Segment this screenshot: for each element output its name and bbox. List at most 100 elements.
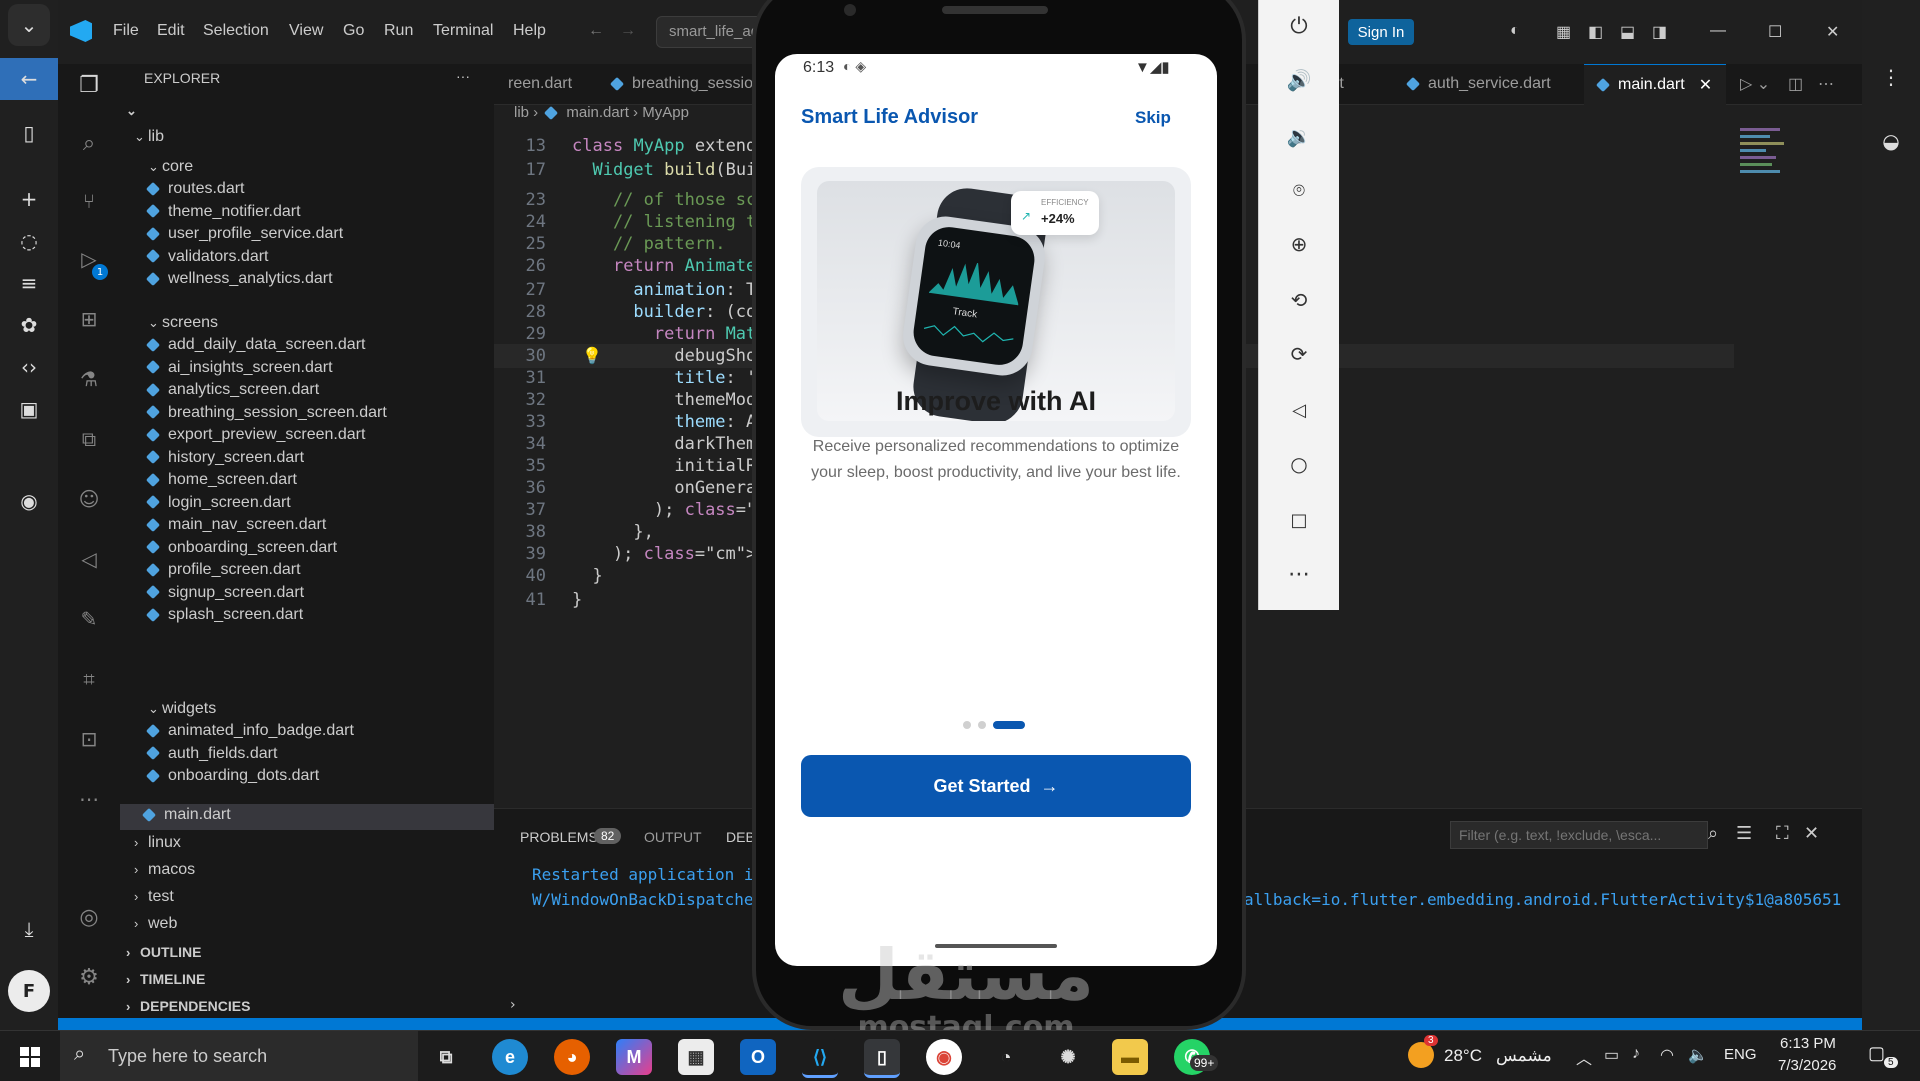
layout-icon[interactable]: ▦ (1556, 22, 1571, 42)
folder-test[interactable]: › test (134, 888, 174, 906)
file-item[interactable]: history_screen.dart (145, 449, 304, 467)
file-item[interactable]: onboarding_screen.dart (145, 539, 337, 557)
file-item[interactable]: theme_notifier.dart (145, 203, 301, 221)
camera-icon[interactable]: ⌾ (1279, 170, 1319, 210)
maximize-panel-icon[interactable]: ⛶ (1776, 823, 1789, 844)
file-item[interactable]: breathing_session_screen.dart (145, 404, 387, 422)
file-item[interactable]: user_profile_service.dart (145, 225, 343, 243)
source-control-icon[interactable]: ⑂ (72, 184, 106, 218)
file-main-dart[interactable]: main.dart (141, 806, 231, 824)
testing-icon[interactable]: ⚗ (72, 362, 106, 396)
copilot-chat-icon[interactable]: ☺ (72, 482, 106, 516)
code-line[interactable]: 36 onGenera (494, 478, 757, 502)
vscode-taskbar-icon[interactable]: ⟨⟩ (802, 1039, 838, 1078)
avatar[interactable]: F (8, 970, 50, 1012)
explorer-icon[interactable]: ❐ (72, 68, 106, 102)
code-line[interactable]: 41} (494, 590, 754, 614)
explorer-more-button[interactable]: ··· (456, 68, 470, 84)
tray-wifi-icon[interactable]: ◠ (1660, 1045, 1674, 1065)
file-item[interactable]: ai_insights_screen.dart (145, 359, 333, 377)
sidebar-toggle-icon[interactable]: ▯ (8, 112, 50, 154)
weather-text[interactable]: مشمس (1496, 1046, 1552, 1066)
tray-chevron-icon[interactable]: ︿ (1576, 1045, 1592, 1069)
search-icon[interactable]: ⌕ (1708, 823, 1718, 844)
tab-problems[interactable]: PROBLEMS (520, 829, 598, 845)
code-line[interactable]: 17 Widget build(Bui (494, 160, 757, 184)
nav-back-icon[interactable]: ← (588, 22, 604, 40)
code-line[interactable]: 35 initialR (494, 456, 757, 480)
python-icon[interactable]: ⧉ (72, 422, 106, 456)
folder-screens[interactable]: ⌄ screens (148, 314, 218, 332)
obs-icon[interactable]: ◔ (988, 1039, 1024, 1075)
weather-temp[interactable]: 28°C (1444, 1046, 1482, 1066)
project-root[interactable]: ⌄ (126, 102, 140, 119)
palette-icon[interactable]: ◉ (8, 480, 50, 522)
notification-icon[interactable]: ▢ (1868, 1043, 1885, 1064)
expand-input-icon[interactable]: › (510, 997, 516, 1013)
home-icon[interactable]: ○ (1279, 444, 1319, 484)
menu-help[interactable]: Help (513, 22, 546, 40)
file-item[interactable]: analytics_screen.dart (145, 381, 319, 399)
code-line[interactable]: 33 theme: A (494, 412, 757, 436)
overview-icon[interactable]: □ (1279, 500, 1319, 540)
menu-go[interactable]: Go (343, 22, 364, 40)
file-item[interactable]: routes.dart (145, 180, 244, 198)
tab-breathing-session[interactable]: breathing_sessio (598, 64, 767, 104)
firefox-icon[interactable]: ◕ (554, 1039, 590, 1075)
menu-selection[interactable]: Selection (203, 22, 269, 40)
menu-file[interactable]: File (113, 22, 139, 40)
zoom-icon[interactable]: ⊕ (1279, 224, 1319, 264)
file-item[interactable]: login_screen.dart (145, 494, 291, 512)
tray-camera-icon[interactable]: ▭ (1604, 1045, 1619, 1065)
page-dot[interactable] (978, 720, 986, 729)
tab-debug-console[interactable]: DEB (726, 829, 755, 845)
code-line[interactable]: 28 builder: (co (494, 302, 757, 326)
file-item[interactable]: animated_info_badge.dart (145, 722, 354, 740)
tab-auth-service[interactable]: auth_service.dart (1394, 64, 1565, 104)
file-item[interactable]: profile_screen.dart (145, 561, 301, 579)
file-item[interactable]: add_daily_data_screen.dart (145, 336, 365, 354)
chevron-down-icon[interactable]: ⌄ (8, 4, 50, 46)
clock-date[interactable]: 7/3/2026 (1778, 1057, 1836, 1074)
layers-icon[interactable]: ≡ (8, 262, 50, 304)
task-view-icon[interactable]: ⧉ (428, 1039, 464, 1075)
minimap[interactable] (1740, 124, 1788, 204)
code-line[interactable]: 24 // listening t (494, 212, 757, 236)
skip-button[interactable]: Skip (1135, 108, 1171, 128)
code-line[interactable]: 27 animation: T (494, 280, 757, 304)
folder-linux[interactable]: › linux (134, 834, 181, 852)
store-icon[interactable]: ▦ (678, 1039, 714, 1075)
rotate-right-icon[interactable]: ⟳ (1279, 334, 1319, 374)
briefcase-icon[interactable]: ▣ (8, 388, 50, 430)
file-item[interactable]: home_screen.dart (145, 471, 297, 489)
more-vertical-icon[interactable]: ⋮ (1870, 56, 1912, 98)
folder-macos[interactable]: › macos (134, 861, 195, 879)
maximize-icon[interactable]: ☐ (1768, 22, 1782, 42)
file-item[interactable]: auth_fields.dart (145, 745, 277, 763)
tab-main-dart[interactable]: main.dart ✕ (1584, 64, 1727, 105)
chrome-icon[interactable]: ◉ (926, 1039, 962, 1075)
flutter-icon[interactable]: ◁ (72, 542, 106, 576)
code-line[interactable]: 30 debugSho (494, 346, 757, 370)
emulator-taskbar-icon[interactable]: ▯ (864, 1039, 900, 1078)
folder-web[interactable]: › web (134, 915, 177, 933)
menu-run[interactable]: Run (384, 22, 413, 40)
file-item[interactable]: main_nav_screen.dart (145, 516, 326, 534)
nav-forward-icon[interactable]: → (620, 22, 636, 40)
close-panel-icon[interactable]: ✕ (1804, 823, 1819, 844)
menu-edit[interactable]: Edit (157, 22, 185, 40)
section-timeline[interactable]: › TIMELINE (126, 971, 205, 987)
get-started-button[interactable]: Get Started → (801, 755, 1191, 817)
editor-more-icon[interactable]: ⋯ (1804, 64, 1848, 104)
file-item[interactable]: onboarding_dots.dart (145, 767, 319, 785)
toggle-sidebar-icon[interactable]: ◧ (1588, 22, 1603, 42)
section-dependencies[interactable]: › DEPENDENCIES (126, 998, 250, 1014)
outlook-icon[interactable]: O (740, 1039, 776, 1075)
assistant-icon[interactable]: ◒ (1870, 120, 1912, 162)
sign-in-button[interactable]: Sign In (1348, 19, 1414, 45)
remote-explorer-icon[interactable]: ⌗ (72, 662, 106, 696)
rotate-left-icon[interactable]: ⟲ (1279, 280, 1319, 320)
volume-up-icon[interactable]: 🔊 (1279, 60, 1319, 100)
back-arrow-icon[interactable]: ← (0, 58, 58, 100)
toggle-panel-icon[interactable]: ⬓ (1620, 22, 1635, 42)
